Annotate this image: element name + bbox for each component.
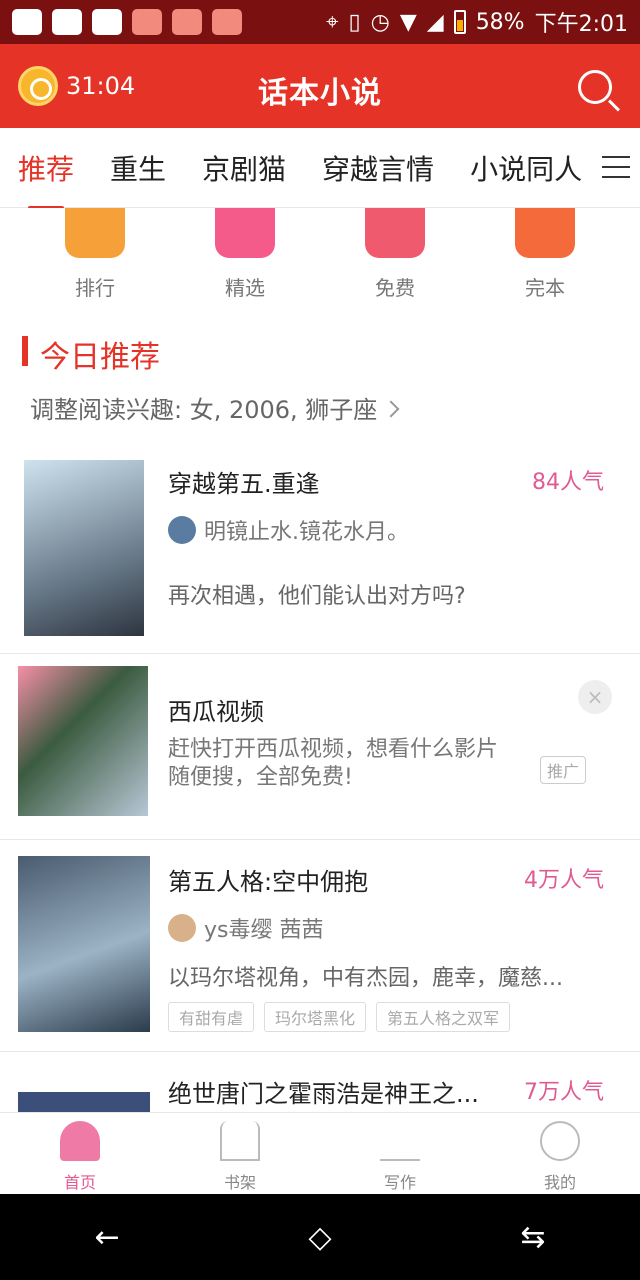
signal-icon: ◢ (426, 9, 444, 35)
book-desc: 以玛尔塔视角，中有杰园，鹿幸，魔慈... (168, 966, 563, 991)
trophy-icon (65, 208, 125, 258)
author-row: ys毒缨 茜茜 (168, 912, 323, 944)
tag[interactable]: 第五人格之双军 (376, 1002, 511, 1032)
quick-label: 免费 (375, 276, 415, 300)
wechat-icon (92, 9, 122, 35)
author-name: ys毒缨 茜茜 (204, 918, 324, 943)
main-content: 排行 精选 免费 完本 今日推荐 调整阅读兴趣: 女, 2006, 狮子座 穿越… (0, 208, 640, 1112)
nav-label: 首页 (63, 1173, 96, 1192)
popularity: 4万人气 (524, 868, 604, 893)
app-notification-icon (212, 9, 242, 35)
app-notification-icon (132, 9, 162, 35)
tag[interactable]: 玛尔塔黑化 (264, 1002, 367, 1032)
location-icon: ⌖ (326, 9, 339, 35)
recent-apps-icon[interactable]: ⇆ (520, 1220, 545, 1255)
avatar (168, 914, 196, 942)
app-title: 话本小说 (258, 76, 382, 111)
promo-badge: 推广 (539, 756, 586, 784)
book-cover (18, 1092, 150, 1112)
tab-time-travel-romance[interactable]: 穿越言情 (322, 148, 434, 188)
book-card[interactable]: 绝世唐门之霍雨浩是神王之... 7万人气 (0, 1052, 640, 1112)
pen-icon (380, 1121, 420, 1161)
book-tags: 有甜有虐 玛尔塔黑化 第五人格之双军 (168, 1002, 511, 1032)
quick-completed[interactable]: 完本 (470, 208, 620, 308)
quick-entries: 排行 精选 免费 完本 (0, 208, 640, 308)
ad-title: 西瓜视频 (168, 698, 264, 726)
quick-free[interactable]: 免费 (320, 208, 470, 308)
adjust-interest-link[interactable]: 调整阅读兴趣: 女, 2006, 狮子座 (30, 390, 397, 425)
nav-label: 写作 (383, 1173, 416, 1192)
nav-home[interactable]: 首页 (0, 1113, 160, 1194)
more-tabs-icon[interactable] (602, 156, 630, 178)
system-status: ⌖ ▯ ◷ ▼ ◢ 58% 下午2:01 (326, 6, 628, 38)
book-desc: 再次相遇，他们能认出对方吗? (168, 584, 466, 609)
quick-label: 排行 (75, 276, 115, 300)
book-title: 绝世唐门之霍雨浩是神王之... (168, 1080, 479, 1108)
popularity: 7万人气 (524, 1080, 604, 1105)
check-icon (515, 208, 575, 258)
quick-label: 完本 (525, 276, 565, 300)
nav-write[interactable]: 写作 (320, 1113, 480, 1194)
quick-ranking[interactable]: 排行 (20, 208, 170, 308)
book-title: 穿越第五.重逢 (168, 470, 320, 498)
home-button-icon[interactable]: ◇ (308, 1220, 331, 1255)
search-icon[interactable] (578, 70, 612, 104)
nav-label: 书架 (223, 1173, 256, 1192)
author-row: 明镜止水.镜花水月。 (168, 514, 409, 546)
star-icon (215, 208, 275, 258)
free-tag-icon (365, 208, 425, 258)
tab-peking-opera-cat[interactable]: 京剧猫 (202, 148, 286, 188)
tab-recommend[interactable]: 推荐 (18, 148, 74, 210)
quick-featured[interactable]: 精选 (170, 208, 320, 308)
system-nav-bar: ← ◇ ⇆ (0, 1194, 640, 1280)
notification-icons (12, 9, 242, 35)
app-notification-icon (172, 9, 202, 35)
book-title: 第五人格:空中佣抱 (168, 868, 369, 896)
popularity: 84人气 (532, 470, 604, 495)
ad-desc: 赶快打开西瓜视频，想看什么影片随便搜，全部免费! (168, 737, 499, 790)
book-cover (24, 460, 144, 636)
message-icon (12, 9, 42, 35)
ad-image (18, 666, 148, 816)
avatar (168, 516, 196, 544)
profile-icon (540, 1121, 580, 1161)
wechat-icon (52, 9, 82, 35)
nav-label: 我的 (543, 1173, 576, 1192)
author-name: 明镜止水.镜花水月。 (204, 520, 409, 545)
vibrate-icon: ▯ (348, 9, 361, 35)
nav-me[interactable]: 我的 (480, 1113, 640, 1194)
alarm-icon: ◷ (370, 9, 390, 35)
tab-fan-fiction[interactable]: 小说同人 (470, 148, 582, 188)
nav-bookshelf[interactable]: 书架 (160, 1113, 320, 1194)
status-bar: ⌖ ▯ ◷ ▼ ◢ 58% 下午2:01 (0, 0, 640, 44)
book-cover (18, 856, 150, 1032)
ad-card[interactable]: 西瓜视频 赶快打开西瓜视频，想看什么影片随便搜，全部免费! × 推广 (0, 654, 640, 840)
battery-percent: 58% (475, 9, 525, 35)
bottom-nav: 首页 书架 写作 我的 (0, 1112, 640, 1194)
close-icon[interactable]: × (578, 680, 612, 714)
book-card[interactable]: 第五人格:空中佣抱 4万人气 ys毒缨 茜茜 以玛尔塔视角，中有杰园，鹿幸，魔慈… (0, 840, 640, 1052)
quick-label: 精选 (225, 276, 265, 300)
book-card[interactable]: 穿越第五.重逢 84人气 明镜止水.镜花水月。 再次相遇，他们能认出对方吗? (0, 448, 640, 654)
app-header: 31:04 话本小说 (0, 44, 640, 128)
back-icon[interactable]: ← (94, 1220, 119, 1255)
wifi-icon: ▼ (399, 9, 417, 35)
battery-icon (453, 10, 466, 34)
bookshelf-icon (220, 1121, 260, 1161)
home-icon (60, 1121, 100, 1161)
category-tabs: 推荐 重生 京剧猫 穿越言情 小说同人 (0, 128, 640, 210)
tag[interactable]: 有甜有虐 (168, 1002, 255, 1032)
clock: 下午2:01 (534, 12, 628, 37)
section-title: 今日推荐 (22, 332, 160, 376)
tab-rebirth[interactable]: 重生 (110, 148, 166, 188)
